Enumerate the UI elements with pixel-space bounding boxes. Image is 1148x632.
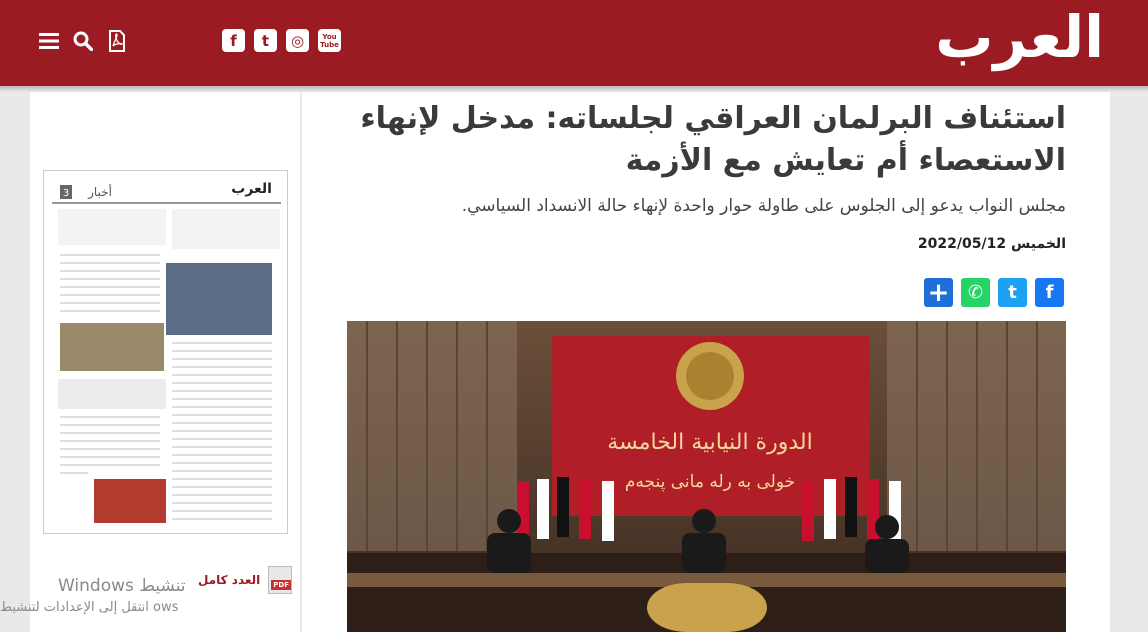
twitter-share-icon[interactable]: t [998, 278, 1027, 307]
share-more-icon[interactable]: + [924, 278, 953, 308]
whatsapp-icon[interactable]: ✆ [961, 278, 990, 307]
header-tools [38, 30, 128, 52]
newspaper-page-preview[interactable]: العرب 3 أخبار [43, 170, 288, 534]
facebook-icon[interactable]: f [222, 29, 245, 52]
activation-watermark-title: تنشيط Windows [58, 576, 186, 596]
menu-icon[interactable] [38, 30, 60, 52]
article-title: استئناف البرلمان العراقي لجلساته: مدخل ل… [360, 101, 1066, 178]
site-logo[interactable]: العرب [935, 4, 1106, 70]
search-icon[interactable] [72, 30, 94, 52]
pdf-icon[interactable] [106, 30, 128, 52]
article-subtitle: مجلس النواب يدعو إلى الجلوس على طاولة حو… [461, 196, 1066, 216]
article-date: الخميس 2022/05/12 [917, 236, 1066, 252]
pdf-file-icon: PDF [268, 566, 293, 594]
paper-page-number: 3 [63, 188, 69, 199]
twitter-icon[interactable]: t [254, 29, 277, 52]
paper-section: أخبار [87, 184, 112, 200]
activation-watermark-hint: انتقل إلى الإعدادات لتنشيط ows [0, 600, 179, 615]
full-issue-link[interactable]: العدد كامل PDF [198, 566, 293, 594]
paper-masthead: العرب [231, 181, 272, 197]
social-links: f t ◎ You Tube [222, 29, 341, 52]
instagram-icon[interactable]: ◎ [286, 29, 309, 52]
article-photo: الدورة النيابية الخامسة خولی به رله مانی… [347, 321, 1066, 632]
share-bar: + ✆ t f [924, 278, 1064, 308]
sidebar: العرب 3 أخبار العدد كامل PDF [30, 92, 300, 632]
banner-line-2: خولی به رله مانی پنجه‌م [625, 472, 795, 492]
banner-line-1: الدورة النيابية الخامسة [607, 430, 812, 455]
pdf-badge: PDF [271, 580, 292, 590]
article-panel: استئناف البرلمان العراقي لجلساته: مدخل ل… [302, 92, 1110, 632]
youtube-icon[interactable]: You Tube [318, 29, 341, 52]
site-header: العرب f t ◎ You Tube [0, 0, 1148, 86]
facebook-share-icon[interactable]: f [1035, 278, 1064, 307]
full-issue-label: العدد كامل [198, 573, 261, 587]
